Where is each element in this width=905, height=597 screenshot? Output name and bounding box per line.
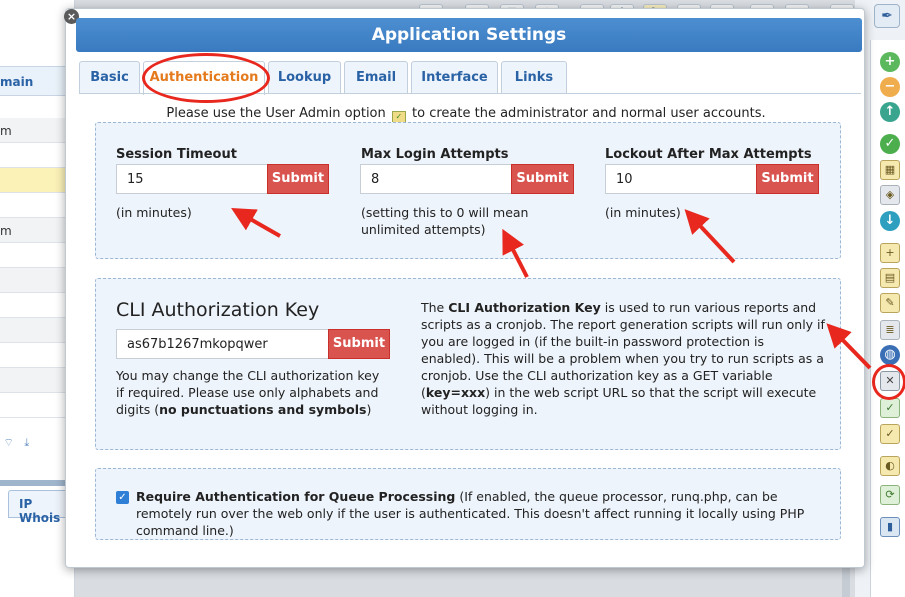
annotation-arrow [826,323,872,370]
annotation-arrow [231,208,281,238]
annotation-arrow [684,209,736,264]
annotation-arrows [231,208,872,370]
annotation-arrow [502,228,529,278]
